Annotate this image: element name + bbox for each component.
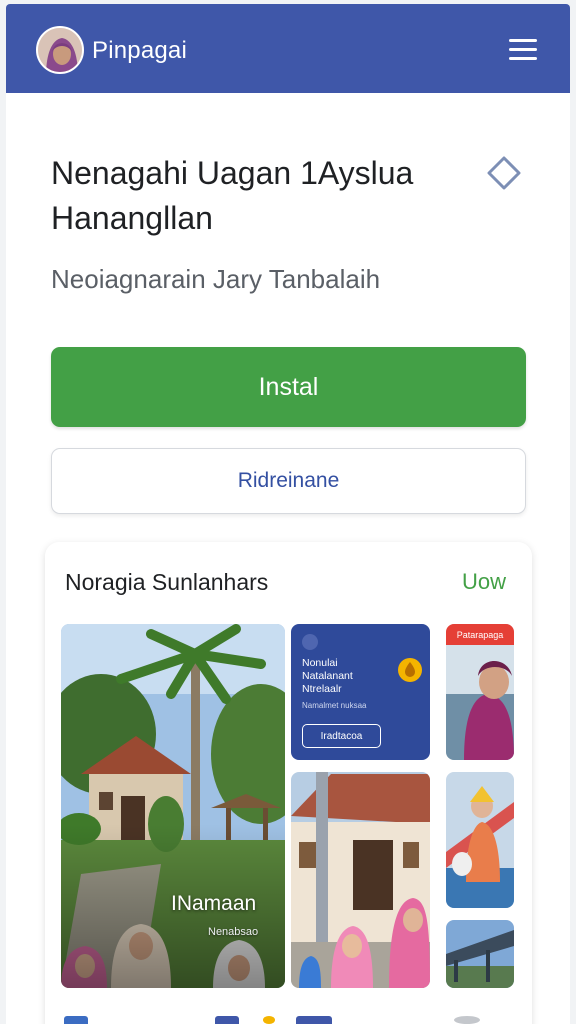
gallery-card: Noragia Sunlanhars Uow INamaan Nenabsao … (45, 542, 532, 1024)
page-subtitle: Neoiagnarain Jary Tanbalaih (51, 264, 381, 294)
gallery-tile-playground[interactable] (446, 772, 514, 908)
avatar[interactable] (36, 26, 84, 74)
promo-text: Nonulai Natalanant Ntrelaalr (302, 657, 392, 696)
diamond-icon[interactable] (486, 155, 522, 191)
promo-line: Natalanant (302, 670, 353, 682)
promo-button[interactable]: Iradtacoa (302, 724, 381, 748)
drop-icon (397, 653, 423, 683)
app-detail-page: Nenagahi Uagan 1Ayslua Hanangllan Neoiag… (6, 93, 570, 1024)
app-title: Pinpagai (92, 37, 188, 64)
promo-caption: Namalmet nuksaa (302, 701, 367, 710)
tile-title: INamaan (171, 892, 257, 915)
gallery-title: Noragia Sunlanhars (65, 569, 269, 595)
gallery-tile-building[interactable] (446, 920, 514, 988)
gallery-tile-portrait[interactable]: Patarapaga (446, 624, 514, 760)
bottom-nav-peek (60, 1016, 490, 1024)
gallery-tile-promo[interactable]: Nonulai Natalanant Ntrelaalr Namalmet nu… (291, 624, 430, 760)
secondary-button[interactable]: Ridreinane (51, 448, 526, 514)
app-header: Pinpagai (6, 4, 570, 93)
headline-text: Nenagahi Uagan 1Ayslua Hanangllan (51, 155, 414, 236)
promo-line: Ntrelaalr (302, 683, 342, 695)
promo-icon (302, 634, 318, 650)
install-button[interactable]: Instal (51, 347, 526, 427)
gallery-tile-main[interactable]: INamaan Nenabsao (61, 624, 285, 988)
tile-subtitle: Nenabsao (208, 926, 259, 938)
page-title: Nenagahi Uagan 1Ayslua Hanangllan (51, 151, 441, 241)
gallery-tile-house[interactable] (291, 772, 430, 988)
menu-icon[interactable] (509, 36, 539, 64)
gallery-view-link[interactable]: Uow (462, 569, 506, 595)
promo-line: Nonulai (302, 657, 338, 669)
tile-badge: Patarapaga (446, 624, 514, 645)
